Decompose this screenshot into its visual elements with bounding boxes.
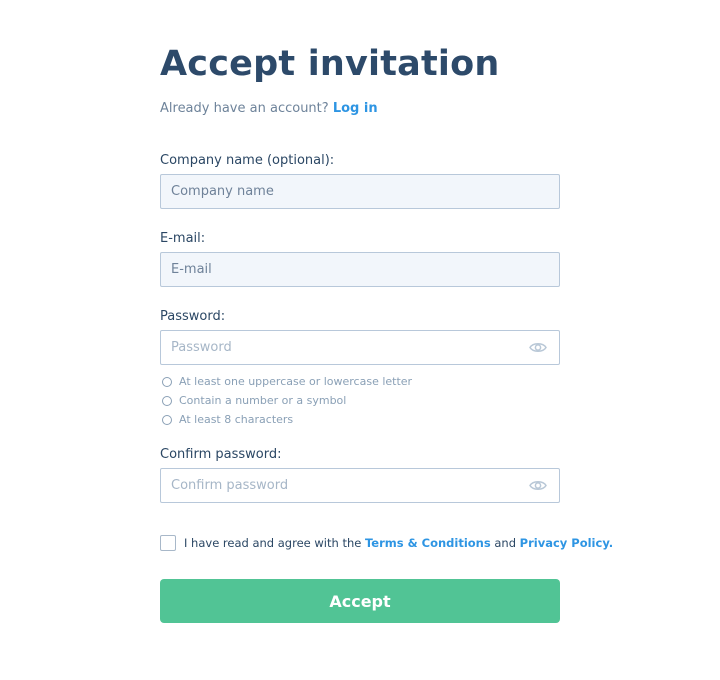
eye-icon[interactable]: [529, 479, 547, 492]
password-rule: At least 8 characters: [162, 410, 412, 429]
accept-button[interactable]: Accept: [160, 579, 560, 623]
email-label: E-mail:: [160, 231, 206, 246]
terms-checkbox[interactable]: [160, 535, 176, 551]
company-name-input[interactable]: [161, 175, 511, 208]
terms-middle: and: [494, 536, 517, 550]
password-rule: At least one uppercase or lowercase lett…: [162, 372, 412, 391]
confirm-password-input[interactable]: [161, 469, 511, 502]
password-label: Password:: [160, 309, 226, 324]
company-name-field-wrapper: [160, 174, 560, 209]
page-title: Accept invitation: [160, 44, 500, 84]
eye-icon[interactable]: [529, 341, 547, 354]
email-input[interactable]: [161, 253, 511, 286]
login-prompt-text: Already have an account?: [160, 101, 329, 116]
circle-icon: [162, 414, 172, 425]
password-input[interactable]: [161, 331, 511, 364]
email-field-wrapper: [160, 252, 560, 287]
terms-text: I have read and agree with the Terms & C…: [184, 536, 613, 550]
privacy-policy-link[interactable]: Privacy Policy.: [520, 536, 613, 550]
confirm-password-label: Confirm password:: [160, 447, 282, 462]
terms-prefix: I have read and agree with the: [184, 536, 362, 550]
password-requirements: At least one uppercase or lowercase lett…: [162, 372, 412, 429]
password-field-wrapper: [160, 330, 560, 365]
password-rule-text: Contain a number or a symbol: [179, 394, 347, 407]
circle-icon: [162, 376, 172, 387]
login-prompt: Already have an account? Log in: [160, 101, 378, 116]
circle-icon: [162, 395, 172, 406]
password-rule-text: At least one uppercase or lowercase lett…: [179, 375, 413, 388]
password-rule-text: At least 8 characters: [179, 413, 294, 426]
confirm-password-field-wrapper: [160, 468, 560, 503]
company-name-label: Company name (optional):: [160, 153, 335, 168]
terms-agreement: I have read and agree with the Terms & C…: [160, 535, 613, 551]
password-rule: Contain a number or a symbol: [162, 391, 412, 410]
login-link[interactable]: Log in: [333, 101, 378, 116]
terms-link[interactable]: Terms & Conditions: [365, 536, 491, 550]
